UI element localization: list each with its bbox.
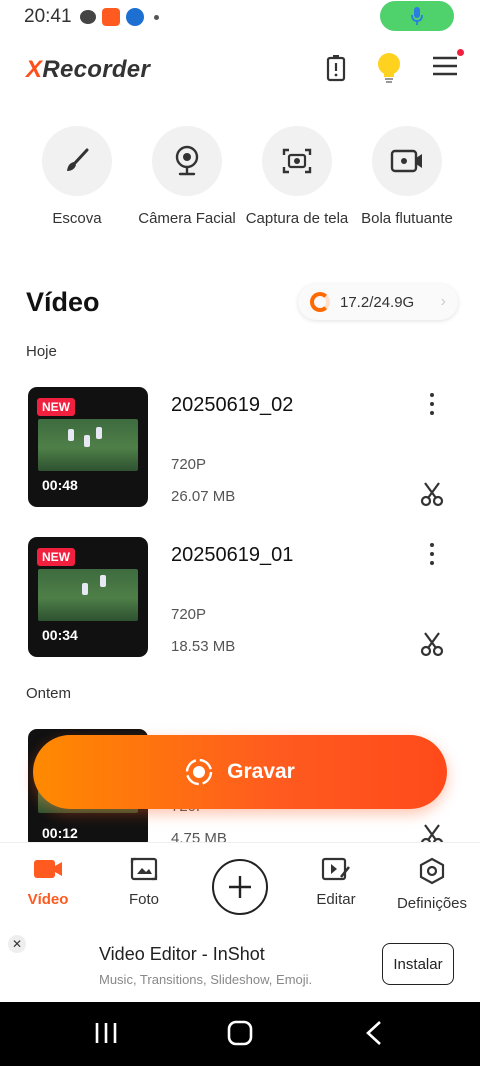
tab-label: Definições xyxy=(396,895,468,912)
new-badge: NEW xyxy=(37,398,75,416)
video-duration: 00:12 xyxy=(42,825,78,841)
webcam-icon xyxy=(175,145,199,176)
video-duration: 00:34 xyxy=(42,627,78,643)
more-options-icon[interactable] xyxy=(424,393,440,415)
lightbulb-icon[interactable] xyxy=(376,52,402,84)
scissors-icon[interactable] xyxy=(420,481,444,507)
plus-icon xyxy=(229,876,251,898)
app-header: XRecorder xyxy=(0,46,480,94)
video-section-header: Vídeo 17.2/24.9G › xyxy=(26,280,458,324)
menu-button[interactable] xyxy=(432,48,464,82)
home-icon[interactable] xyxy=(227,1020,253,1046)
tab-edit[interactable]: Editar xyxy=(288,857,384,908)
chevron-right-icon: › xyxy=(440,293,446,310)
install-button[interactable]: Instalar xyxy=(382,943,454,985)
new-badge: NEW xyxy=(37,548,75,566)
system-nav-bar xyxy=(0,1002,480,1066)
section-title: Vídeo xyxy=(26,286,100,317)
video-camera-icon xyxy=(34,860,62,878)
ad-banner[interactable]: ✕ Video Editor - InShot Music, Transitio… xyxy=(0,932,480,1002)
record-label: Gravar xyxy=(227,760,295,783)
video-size: 26.07 MB xyxy=(171,488,236,505)
tab-label: Vídeo xyxy=(27,891,69,908)
tab-settings[interactable]: Definições xyxy=(384,857,480,912)
record-icon xyxy=(185,758,213,786)
brush-icon xyxy=(67,148,89,171)
hamburger-menu-icon xyxy=(433,56,457,75)
photo-icon xyxy=(130,857,158,881)
battery-icon[interactable] xyxy=(326,54,346,82)
tool-brush[interactable]: Escova xyxy=(22,126,132,229)
video-resolution: 720P xyxy=(171,606,207,623)
status-bar: 20:41 xyxy=(0,0,480,34)
video-duration: 00:48 xyxy=(42,477,78,493)
tab-label: Foto xyxy=(128,891,159,908)
game-notification-icon xyxy=(125,8,144,26)
app-notification-icon xyxy=(101,8,120,26)
close-icon[interactable]: ✕ xyxy=(8,935,26,953)
tool-label: Escova xyxy=(52,210,102,227)
tool-label: Bola flutuante xyxy=(361,210,453,227)
status-time: 20:41 xyxy=(24,6,72,27)
tools-row: Escova Câmera Facial Captura de tela Bol… xyxy=(22,126,462,229)
video-size: 18.53 MB xyxy=(171,638,236,655)
video-item[interactable]: NEW 00:48 20250619_02 720P 26.07 MB xyxy=(28,387,448,509)
app-logo: XRecorder xyxy=(26,56,151,83)
video-title[interactable]: 20250619_01 xyxy=(171,544,293,567)
storage-ring-icon xyxy=(310,292,330,312)
ad-subtitle: Music, Transitions, Slideshow, Emoji. xyxy=(99,972,313,987)
ad-title[interactable]: Video Editor - InShot xyxy=(99,944,265,965)
tab-label: Editar xyxy=(316,891,356,908)
recent-apps-icon[interactable] xyxy=(94,1020,118,1046)
floating-ball-icon xyxy=(390,149,422,173)
chat-bubble-icon xyxy=(79,10,96,24)
more-notifications-icon xyxy=(153,14,159,20)
storage-indicator[interactable]: 17.2/24.9G › xyxy=(298,284,458,320)
tool-screenshot[interactable]: Captura de tela xyxy=(242,126,352,229)
notification-dot xyxy=(457,48,464,56)
video-size: 4.75 MB xyxy=(171,830,227,842)
group-label-yesterday: Ontem xyxy=(26,685,72,702)
tool-floating-ball[interactable]: Bola flutuante xyxy=(352,126,462,229)
video-item[interactable]: NEW 00:34 20250619_01 720P 18.53 MB xyxy=(28,537,448,659)
edit-video-icon xyxy=(321,857,351,881)
microphone-icon xyxy=(411,7,423,25)
mic-in-use-indicator[interactable] xyxy=(380,1,454,31)
storage-text: 17.2/24.9G xyxy=(340,293,415,311)
notification-icons xyxy=(79,8,159,26)
add-button[interactable] xyxy=(212,859,268,915)
tool-label: Câmera Facial xyxy=(138,210,236,227)
video-thumbnail[interactable]: NEW 00:48 xyxy=(28,387,148,507)
tool-facecam[interactable]: Câmera Facial xyxy=(132,126,242,229)
group-label-today: Hoje xyxy=(26,343,57,360)
settings-hexagon-icon xyxy=(419,857,445,885)
tab-photo[interactable]: Foto xyxy=(96,857,192,908)
scissors-icon[interactable] xyxy=(420,631,444,657)
video-resolution: 720P xyxy=(171,456,207,473)
more-options-icon[interactable] xyxy=(424,543,440,565)
scissors-icon[interactable] xyxy=(420,823,444,842)
video-thumbnail[interactable]: NEW 00:34 xyxy=(28,537,148,657)
back-icon[interactable] xyxy=(364,1020,384,1046)
thumbnail-image xyxy=(38,569,138,621)
thumbnail-image xyxy=(38,419,138,471)
tool-label: Captura de tela xyxy=(245,210,349,227)
record-button[interactable]: Gravar xyxy=(33,735,447,809)
video-title[interactable]: 20250619_02 xyxy=(171,394,293,417)
tab-video[interactable]: Vídeo xyxy=(0,857,96,908)
bottom-tab-bar: Vídeo Foto Editar Definições xyxy=(0,842,480,932)
screenshot-camera-icon xyxy=(282,148,312,174)
